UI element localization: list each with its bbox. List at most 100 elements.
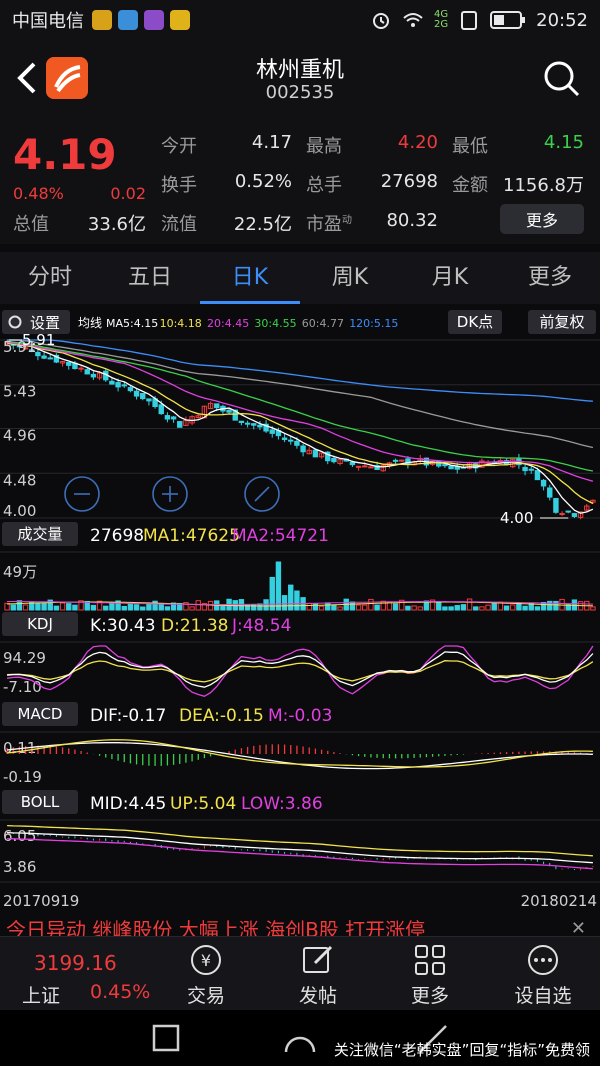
candle-body — [442, 464, 448, 467]
kdj-button[interactable]: KDJ — [2, 612, 78, 636]
pe-value: 80.32 — [386, 210, 438, 231]
volume-bar — [325, 602, 331, 611]
volume-bar — [503, 605, 510, 611]
more-quote-button[interactable]: 更多 — [500, 204, 584, 234]
volume-bar — [127, 603, 134, 611]
adjust-button[interactable]: 前复权 — [528, 310, 596, 334]
date-start-label: 20170919 — [3, 892, 79, 910]
volume-bar — [16, 600, 23, 611]
nav-add-watchlist[interactable]: 设自选 — [488, 937, 598, 1011]
ma-legend-item-4: 60:4.77 — [302, 317, 344, 330]
volume-bar — [331, 604, 337, 611]
tab-intraday[interactable]: 分时 — [0, 252, 100, 304]
high-label: 最高 — [306, 136, 342, 157]
volume-bar — [10, 604, 16, 611]
index-value[interactable]: 3199.16 — [34, 951, 117, 975]
macd-dea-line — [7, 739, 593, 768]
volume-legend-2: MA2:54721 — [232, 526, 329, 546]
index-name[interactable]: 上证 — [22, 981, 60, 1008]
boll-mid-line — [7, 831, 593, 864]
volume-bar — [275, 561, 282, 611]
ticker-text: 今日异动 继峰股份 大幅上涨 海创B股 打开涨停 — [6, 918, 426, 936]
kdj-legend-1: D:21.38 — [161, 616, 229, 636]
boll-button[interactable]: BOLL — [2, 790, 78, 814]
price-axis-label-3: 4.48 — [3, 471, 36, 489]
grid-icon — [415, 945, 445, 975]
quote-panel: 4.19 0.48% 0.02 今开 4.17 最高 4.20 最低 4.15 … — [0, 116, 600, 244]
pe-sup: 动 — [342, 215, 352, 226]
nav-post[interactable]: 发帖 — [263, 937, 373, 1011]
kline-chart[interactable]: 设置 均线 MA5:4.15 10:4.18 20:4.45 30:4.55 60:4.77… — [0, 304, 600, 916]
low-marker-label: 4.00 — [500, 509, 533, 527]
candle-body — [294, 440, 300, 446]
volume-legend-0: 27698 — [90, 526, 144, 546]
search-icon[interactable] — [541, 58, 581, 98]
candle-body — [109, 380, 115, 385]
high-value: 4.20 — [397, 132, 438, 153]
volume-bar — [59, 602, 66, 611]
volume-legend-1: MA1:47625 — [143, 526, 240, 546]
candle-body — [522, 466, 528, 472]
nav-trade[interactable]: ¥ 交易 — [151, 937, 261, 1011]
volume-bar — [140, 606, 146, 611]
candle-body — [392, 459, 399, 462]
volume-bar — [448, 606, 454, 611]
volume-bar — [269, 576, 275, 611]
boll-legend-2: LOW:3.86 — [241, 794, 323, 814]
close-icon[interactable]: ✕ — [571, 918, 586, 936]
volume-bar — [473, 606, 479, 611]
period-tabs: 分时 五日 日K 周K 月K 更多 — [0, 252, 600, 304]
recent-apps-icon[interactable] — [150, 1022, 182, 1054]
candle-body — [41, 355, 47, 359]
tab-daily-k[interactable]: 日K — [200, 252, 300, 304]
candle-body — [436, 460, 442, 467]
ma-legend-item-1: 10:4.18 — [160, 317, 202, 330]
tab-five-day[interactable]: 五日 — [100, 252, 200, 304]
dk-button[interactable]: DK点 — [448, 310, 502, 334]
macd-legend-1: DEA:-0.15 — [179, 706, 264, 726]
home-icon[interactable] — [282, 1022, 318, 1054]
volume-button[interactable]: 成交量 — [2, 522, 78, 546]
kdj-axis-top: 94.29 — [3, 649, 46, 667]
volume-bar — [466, 598, 473, 611]
candle-body — [355, 465, 362, 468]
zoom-in-icon[interactable] — [152, 476, 188, 512]
carrier-label: 中国电信 — [12, 11, 84, 32]
amount-value: 1156.8万 — [503, 175, 584, 196]
volume-bar — [294, 590, 300, 611]
tab-more[interactable]: 更多 — [500, 252, 600, 304]
tab-monthly-k[interactable]: 月K — [400, 252, 500, 304]
volume-bar — [263, 599, 269, 611]
volume-bar — [133, 604, 140, 611]
news-ticker[interactable]: 今日异动 继峰股份 大幅上涨 海创B股 打开涨停 ✕ — [0, 916, 600, 936]
tab-weekly-k[interactable]: 周K — [300, 252, 400, 304]
high-marker-label: 5.91 — [22, 331, 55, 349]
volume-bar — [90, 604, 97, 611]
game-app-icon — [170, 10, 190, 30]
turnover-label: 换手 — [161, 175, 197, 196]
location-app-icon — [118, 10, 138, 30]
candle-body — [540, 479, 547, 487]
zoom-out-icon[interactable] — [64, 476, 100, 512]
fullscreen-icon[interactable] — [244, 476, 280, 512]
nav-more[interactable]: 更多 — [375, 937, 485, 1011]
candle-body — [214, 403, 220, 409]
total-cap-value: 33.6亿 — [87, 214, 146, 235]
candle-body — [399, 459, 405, 462]
candle-body — [534, 470, 541, 481]
candle-body — [312, 449, 319, 458]
volume-bar — [281, 595, 288, 611]
volume-bar — [411, 605, 417, 611]
volume-bar — [362, 604, 368, 611]
candle-body — [140, 393, 146, 400]
macd-button[interactable]: MACD — [2, 702, 78, 726]
open-label: 今开 — [161, 136, 197, 157]
candle-body — [226, 409, 232, 413]
candle-body — [528, 468, 534, 471]
candle-body — [238, 420, 245, 423]
macd-legend-0: DIF:-0.17 — [90, 706, 166, 726]
candle-body — [127, 387, 134, 392]
index-percent[interactable]: 0.45% — [90, 981, 150, 1003]
volume-bar — [318, 605, 325, 611]
volume-bar — [158, 603, 164, 611]
